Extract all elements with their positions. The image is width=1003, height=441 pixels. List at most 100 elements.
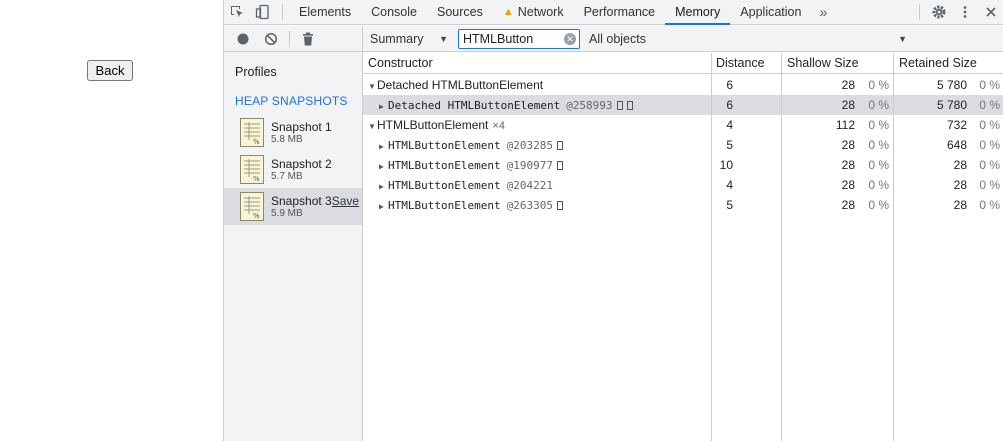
tab-performance[interactable]: Performance [574, 0, 666, 24]
tab-label: Sources [436, 5, 483, 19]
snapshot-size: 5.9 MB [271, 207, 303, 219]
constructor-cell: ▶ HTMLButtonElement @203285 [379, 139, 563, 152]
constructor-name: HTMLButtonElement [377, 118, 489, 132]
object-row[interactable]: ▶ Detached HTMLButtonElement @258993 6 28 0 %… [363, 95, 1003, 115]
tab-console[interactable]: Console [361, 0, 427, 24]
inspect-element-icon[interactable] [224, 0, 250, 24]
object-row[interactable]: ▶ HTMLButtonElement @263305 5 28 0 % 28 0 % [363, 195, 1003, 215]
warning-icon: ▲ [502, 6, 514, 18]
retained-percent-cell: 0 % [979, 118, 1000, 132]
collapse-triangle-icon[interactable]: ▼ [368, 82, 377, 91]
snapshot-item[interactable]: % Snapshot 1 5.8 MB [224, 114, 362, 151]
back-button[interactable]: Back [87, 60, 133, 81]
reveal-in-panel-icon[interactable] [556, 161, 563, 170]
instance-count: ×4 [492, 120, 505, 132]
retained-size-cell: 28 [953, 158, 967, 172]
close-icon[interactable] [978, 0, 1003, 24]
constructor-group-row[interactable]: ▼Detached HTMLButtonElement 6 28 0 % 5 780 0 … [363, 75, 1003, 95]
column-header-retained-size[interactable]: Retained Size [899, 56, 977, 70]
object-id: @258993 [566, 99, 613, 112]
kebab-menu-icon[interactable] [952, 0, 978, 24]
retained-percent-cell: 0 % [979, 138, 1000, 152]
distance-cell: 6 [726, 78, 733, 92]
profiles-sidebar: Profiles HEAP SNAPSHOTS % Snapshot 1 5.8… [224, 26, 363, 441]
shallow-percent-cell: 0 % [868, 98, 889, 112]
more-tabs-button[interactable]: » [811, 0, 835, 24]
tab-application[interactable]: Application [730, 0, 811, 24]
reveal-in-panel-icon[interactable] [556, 141, 563, 150]
column-header-distance[interactable]: Distance [716, 56, 765, 70]
chevron-down-icon: ▼ [898, 33, 907, 44]
column-header-shallow-size[interactable]: Shallow Size [787, 56, 859, 70]
constructor-name: Detached HTMLButtonElement [377, 78, 544, 92]
distance-cell: 6 [726, 98, 733, 112]
shallow-percent-cell: 0 % [868, 178, 889, 192]
object-row[interactable]: ▶ HTMLButtonElement @203285 5 28 0 % 648 0 % [363, 135, 1003, 155]
record-icon[interactable] [233, 29, 253, 49]
snapshot-name: Snapshot 3 [271, 193, 332, 208]
expand-triangle-icon[interactable]: ▶ [379, 162, 388, 171]
retained-percent-cell: 0 % [979, 198, 1000, 212]
shallow-percent-cell: 0 % [868, 158, 889, 172]
snapshot-item[interactable]: % Snapshot 2 5.7 MB [224, 151, 362, 188]
class-filter-input[interactable]: HTMLButton ✕ [458, 28, 580, 49]
expand-triangle-icon[interactable]: ▶ [379, 142, 388, 151]
inspected-page: Back [0, 0, 223, 441]
column-header-constructor[interactable]: Constructor [368, 56, 433, 70]
expand-triangle-icon[interactable]: ▶ [379, 102, 388, 111]
constructor-cell: ▶ HTMLButtonElement @263305 [379, 199, 563, 212]
retained-percent-cell: 0 % [979, 178, 1000, 192]
object-row[interactable]: ▶ HTMLButtonElement @190977 10 28 0 % 28 0 % [363, 155, 1003, 175]
constructor-cell: ▶ HTMLButtonElement @190977 [379, 159, 563, 172]
constructor-group-row[interactable]: ▼HTMLButtonElement ×4 4 112 0 % 732 0 % [363, 115, 1003, 135]
tab-label: Performance [583, 5, 656, 19]
expand-triangle-icon[interactable]: ▶ [379, 182, 388, 191]
chevron-down-icon: ▼ [439, 33, 448, 44]
toolbar-divider [289, 30, 290, 47]
reveal-in-panel-icon[interactable] [616, 101, 623, 110]
retained-size-cell: 648 [946, 138, 967, 152]
snapshot-icon: % [240, 118, 264, 147]
snapshot-icon: % [240, 192, 264, 221]
clear-all-icon[interactable] [261, 29, 281, 49]
object-id: @190977 [506, 159, 553, 172]
toolbar-divider [282, 4, 283, 20]
reveal-in-panel-icon[interactable] [626, 101, 633, 110]
constructor-name: Detached HTMLButtonElement [388, 99, 561, 112]
devtools-tabbar: Elements Console Sources ▲ Network Perfor… [224, 0, 1003, 25]
shallow-percent-cell: 0 % [868, 138, 889, 152]
retained-size-cell: 28 [953, 178, 967, 192]
class-filter-value: HTMLButton [463, 31, 534, 46]
objects-select-value: All objects [589, 31, 646, 46]
retained-percent-cell: 0 % [979, 98, 1000, 112]
tab-sources[interactable]: Sources [427, 0, 493, 24]
distance-cell: 10 [719, 158, 733, 172]
reveal-in-panel-icon[interactable] [556, 201, 563, 210]
clear-filter-icon[interactable]: ✕ [564, 32, 576, 45]
tab-memory[interactable]: Memory [665, 0, 731, 25]
snapshot-size: 5.7 MB [271, 170, 303, 182]
heap-snapshots-heading: HEAP SNAPSHOTS [235, 94, 348, 108]
object-id: @204221 [506, 179, 553, 192]
collapse-triangle-icon[interactable]: ▼ [368, 122, 377, 131]
device-toolbar-icon[interactable] [250, 0, 276, 24]
collect-garbage-icon[interactable] [298, 29, 318, 49]
view-select-value: Summary [370, 31, 424, 46]
tab-label: Application [740, 5, 802, 19]
snapshot-item-selected[interactable]: % Snapshot 3Save 5.9 MB [224, 188, 362, 225]
settings-gear-icon[interactable] [926, 0, 952, 24]
object-id: @263305 [506, 199, 553, 212]
tab-network[interactable]: ▲ Network [493, 0, 574, 24]
retained-size-cell: 5 780 [936, 98, 967, 112]
object-row[interactable]: ▶ HTMLButtonElement @204221 4 28 0 % 28 0 % [363, 175, 1003, 195]
save-snapshot-link[interactable]: Save [332, 194, 359, 208]
expand-triangle-icon[interactable]: ▶ [379, 202, 388, 211]
grid-header: Constructor Distance Shallow Size Retain… [363, 53, 1003, 74]
shallow-size-cell: 28 [841, 178, 855, 192]
objects-select[interactable]: All objects ▼ [580, 32, 1003, 46]
tab-elements[interactable]: Elements [289, 0, 361, 24]
column-divider [893, 53, 894, 441]
view-select[interactable]: Summary ▼ [363, 32, 458, 46]
tab-label: Console [371, 5, 417, 19]
snapshot-name: Snapshot 2 [271, 156, 332, 171]
